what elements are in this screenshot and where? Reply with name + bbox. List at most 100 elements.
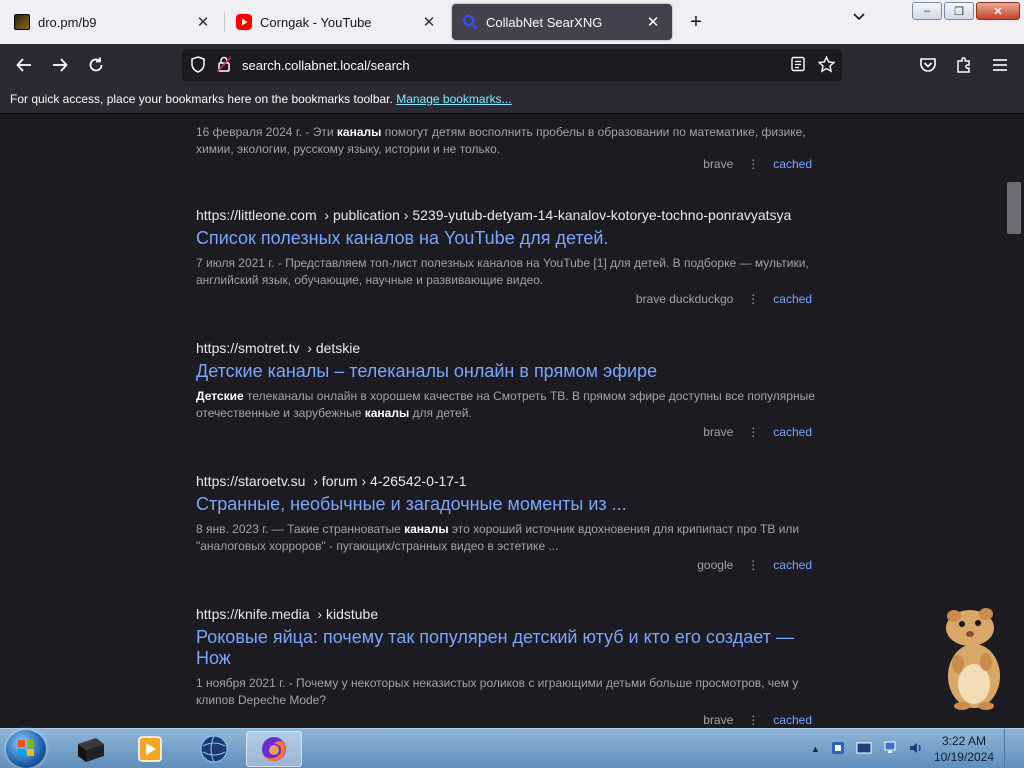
manage-bookmarks-link[interactable]: Manage bookmarks... [396, 92, 511, 106]
tab-youtube[interactable]: Corngak - YouTube ✕ [226, 4, 448, 40]
result-snippet: 16 февраля 2024 г. - Эти каналы помогут … [196, 125, 806, 156]
insecure-lock-icon[interactable] [216, 56, 232, 77]
volume-icon[interactable] [908, 740, 924, 759]
taskbar-terminal-app[interactable] [62, 731, 118, 767]
extensions-button[interactable] [949, 50, 979, 80]
engine-list: brave [703, 425, 734, 439]
engine-list: brave [703, 157, 734, 171]
clock-time: 3:22 AM [941, 734, 986, 748]
address-input[interactable] [242, 53, 772, 77]
pocket-icon [920, 58, 936, 72]
result-title-link[interactable]: Странные, необычные и загадочные моменты… [196, 494, 816, 515]
youtube-favicon-icon [236, 14, 252, 30]
more-options-icon[interactable]: ⋮ [747, 713, 759, 727]
tray-app-icon[interactable] [830, 740, 846, 759]
firefox-icon [262, 737, 286, 761]
app-menu-button[interactable] [985, 50, 1015, 80]
tab-strip: dro.pm/b9 ✕ Corngak - YouTube ✕ CollabNe… [0, 0, 1024, 44]
result-url[interactable]: https://knife.media › kidstube [196, 606, 816, 622]
cached-link[interactable]: cached [773, 425, 812, 439]
tab-dro[interactable]: dro.pm/b9 ✕ [4, 4, 222, 40]
search-result: https://knife.media › kidstube Роковые я… [196, 606, 816, 727]
black-box-icon [78, 738, 104, 762]
minimize-button[interactable]: – [912, 2, 942, 20]
action-center-icon[interactable] [856, 740, 872, 759]
result-path: › publication › 5239-yutub-detyam-14-kan… [324, 207, 792, 223]
search-result: https://littleone.com › publication › 52… [196, 207, 816, 306]
url-bar[interactable] [182, 49, 842, 81]
result-title-link[interactable]: Роковые яйца: почему так популярен детск… [196, 627, 816, 669]
close-tab-icon[interactable]: ✕ [644, 13, 662, 31]
engine-list: brave [703, 713, 734, 727]
hamster-sticker-image [940, 606, 1008, 710]
cached-link[interactable]: cached [773, 157, 812, 171]
bookmarks-hint-text: For quick access, place your bookmarks h… [10, 92, 393, 106]
taskbar-globe-app[interactable] [186, 731, 242, 767]
result-engines: google ⋮ cached [697, 558, 812, 572]
clock-date: 10/19/2024 [933, 750, 994, 764]
result-engines: brave ⋮ cached [703, 157, 812, 171]
result-title-link[interactable]: Список полезных каналов на YouTube для д… [196, 228, 816, 249]
cached-link[interactable]: cached [773, 292, 812, 306]
network-icon[interactable] [882, 740, 898, 759]
close-window-button[interactable]: ✕ [976, 2, 1020, 20]
game-favicon-icon [14, 14, 30, 30]
show-desktop-button[interactable] [1004, 729, 1014, 768]
globe-icon [200, 735, 228, 763]
result-path: › forum › 4-26542-0-17-1 [313, 473, 467, 489]
forward-arrow-icon [53, 58, 68, 72]
window-controls: – ❐ ✕ [912, 2, 1020, 20]
shield-icon[interactable] [190, 56, 206, 77]
result-snippet: 1 ноября 2021 г. - Почему у некоторых не… [196, 676, 799, 707]
search-result: https://smotret.tv › detskie Детские кан… [196, 340, 816, 439]
engine-list: google [697, 558, 734, 572]
windows-taskbar: ▲ 3:22 AM 10/19/2024 [0, 728, 1024, 768]
result-domain: https://staroetv.su [196, 473, 306, 489]
media-player-icon [138, 736, 162, 762]
pocket-button[interactable] [913, 50, 943, 80]
tab-title: CollabNet SearXNG [486, 14, 603, 30]
cached-link[interactable]: cached [773, 558, 812, 572]
cached-link[interactable]: cached [773, 713, 812, 727]
close-tab-icon[interactable]: ✕ [194, 13, 212, 31]
result-path: › kidstube [317, 606, 379, 622]
result-title-link[interactable]: Детские каналы – телеканалы онлайн в пря… [196, 361, 816, 382]
start-button[interactable] [6, 730, 46, 768]
maximize-button[interactable]: ❐ [944, 2, 974, 20]
search-result: https://staroetv.su › forum › 4-26542-0-… [196, 473, 816, 572]
tab-searxng[interactable]: CollabNet SearXNG ✕ [452, 4, 672, 40]
new-tab-button[interactable]: + [684, 8, 708, 36]
tab-title: dro.pm/b9 [38, 14, 97, 30]
bookmark-star-icon[interactable] [817, 55, 836, 77]
close-tab-icon[interactable]: ✕ [420, 13, 438, 31]
reload-button[interactable] [81, 50, 111, 80]
result-engines: brave ⋮ cached [703, 425, 812, 439]
more-options-icon[interactable]: ⋮ [747, 292, 759, 306]
tab-title: Corngak - YouTube [260, 14, 372, 30]
reader-view-icon[interactable] [790, 56, 806, 76]
search-results-page: 16 февраля 2024 г. - Эти каналы помогут … [0, 114, 1024, 728]
result-url[interactable]: https://smotret.tv › detskie [196, 340, 816, 356]
hamburger-menu-icon [993, 59, 1007, 71]
search-result: 16 февраля 2024 г. - Эти каналы помогут … [196, 114, 816, 171]
list-all-tabs-chevron-icon[interactable] [852, 10, 866, 25]
forward-button[interactable] [45, 50, 75, 80]
navigation-toolbar [0, 44, 1024, 86]
result-engines: brave duckduckgo ⋮ cached [636, 292, 812, 306]
result-url[interactable]: https://staroetv.su › forum › 4-26542-0-… [196, 473, 816, 489]
tab-divider [224, 12, 225, 32]
more-options-icon[interactable]: ⋮ [747, 558, 759, 572]
system-clock[interactable]: 3:22 AM 10/19/2024 [934, 733, 994, 765]
result-domain: https://knife.media [196, 606, 310, 622]
more-options-icon[interactable]: ⋮ [747, 157, 759, 171]
result-engines: brave ⋮ cached [703, 713, 812, 727]
taskbar-media-player-app[interactable] [122, 731, 178, 767]
result-snippet: 8 янв. 2023 г. — Такие странноватые кана… [196, 522, 800, 553]
result-snippet: 7 июля 2021 г. - Представляем топ-лист п… [196, 256, 809, 287]
result-url[interactable]: https://littleone.com › publication › 52… [196, 207, 816, 223]
more-options-icon[interactable]: ⋮ [747, 425, 759, 439]
taskbar-firefox-app[interactable] [246, 731, 302, 767]
back-button[interactable] [9, 50, 39, 80]
scrollbar-thumb[interactable] [1007, 182, 1021, 234]
show-hidden-icons-icon[interactable]: ▲ [811, 744, 820, 754]
